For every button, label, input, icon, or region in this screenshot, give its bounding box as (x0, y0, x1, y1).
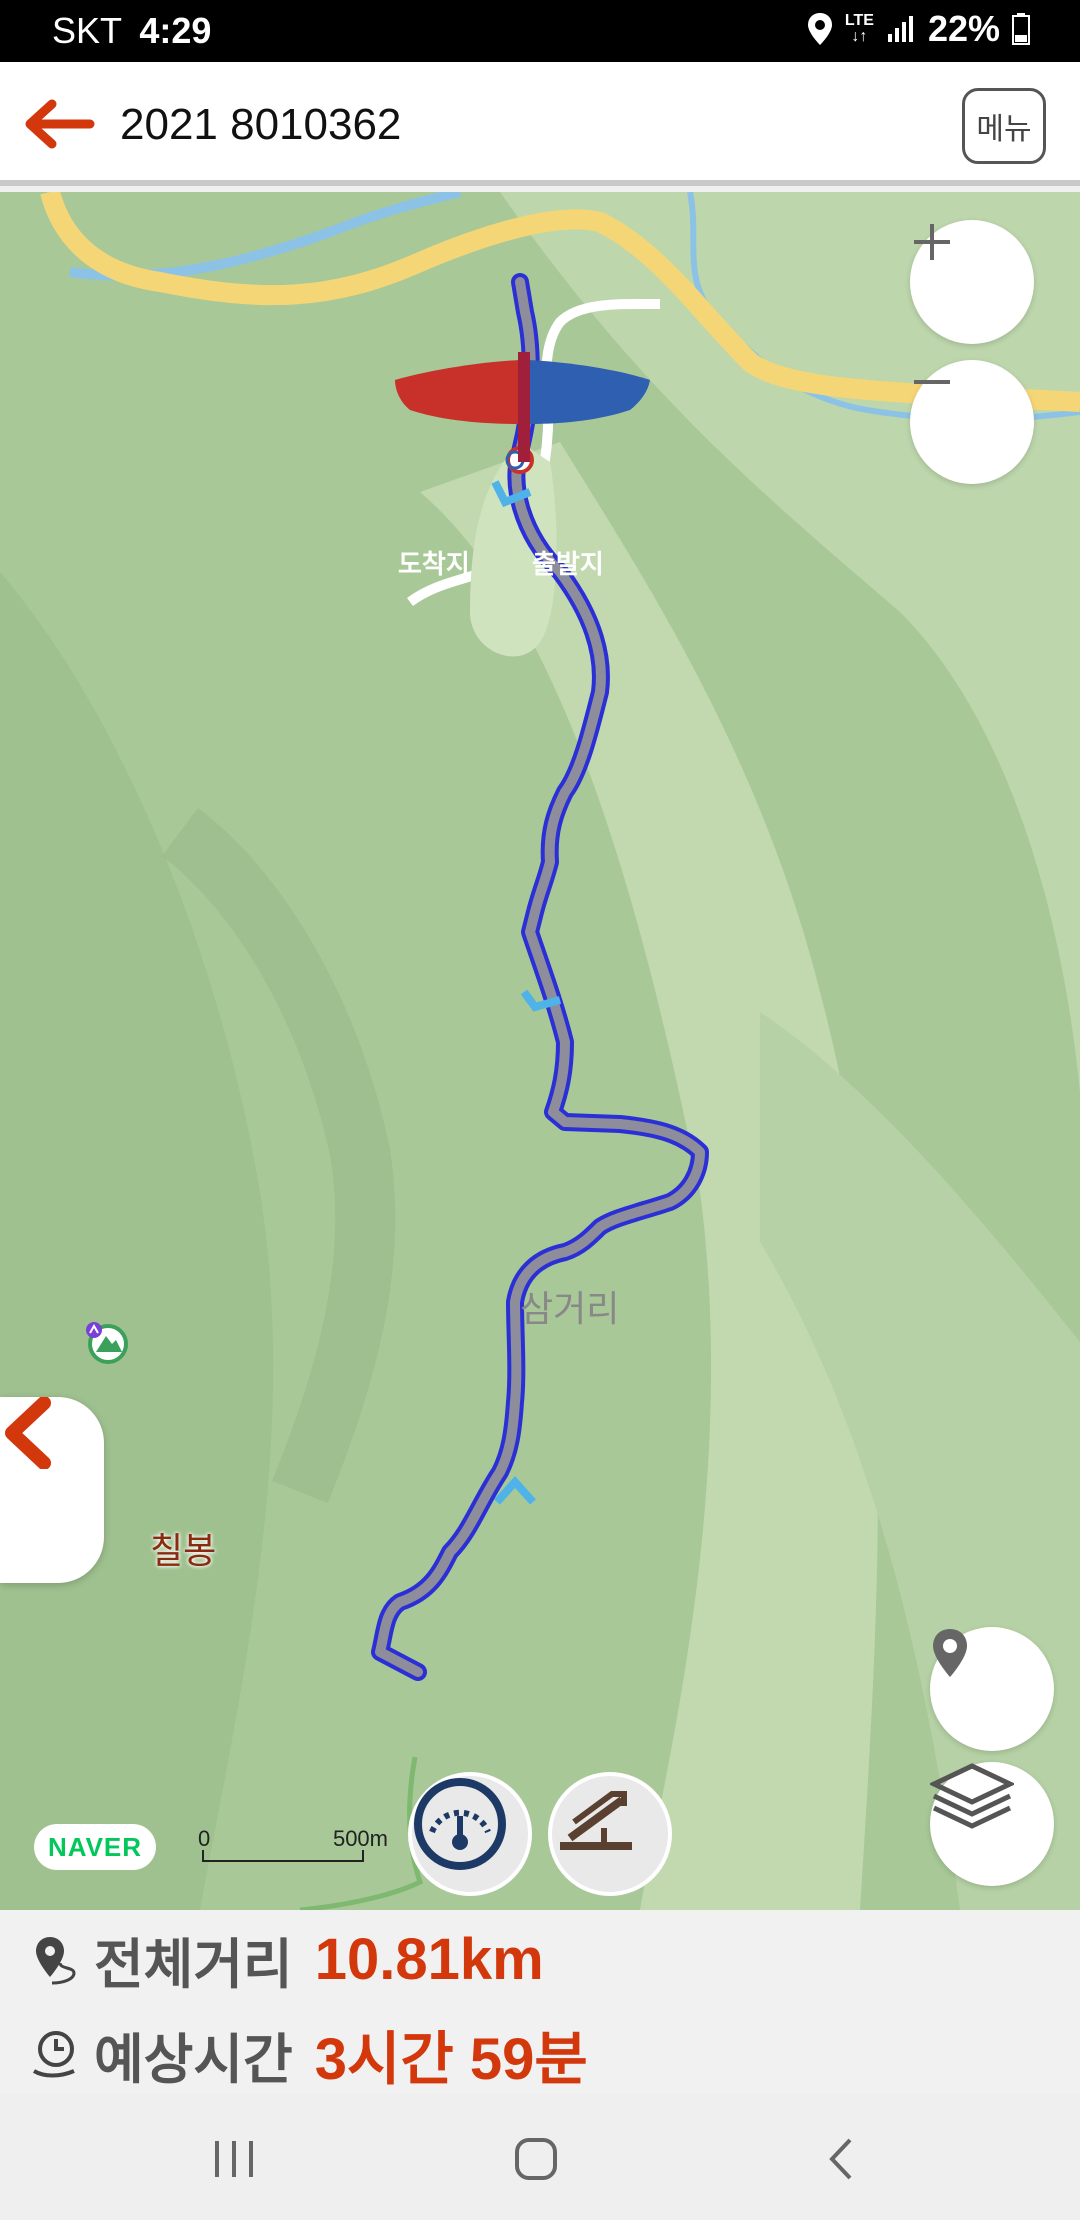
destination-flag: 도착지 (398, 550, 470, 580)
map-layers-button[interactable] (930, 1762, 1054, 1886)
system-nav-bar (0, 2094, 1080, 2220)
signal-icon (887, 16, 913, 42)
status-right: LTE ↓↑ 22% (807, 8, 1030, 50)
recent-apps-button[interactable] (194, 2124, 274, 2194)
recent-apps-icon (215, 2141, 253, 2177)
map-view[interactable]: 도착지 출발지 삼거리 칠봉 NAVER 0 500m (0, 192, 1080, 1910)
slope-button[interactable] (548, 1772, 672, 1896)
system-back-button[interactable] (800, 2124, 880, 2194)
layers-icon (930, 1763, 1014, 1829)
scale-bar (202, 1850, 364, 1862)
map-scale: 0 500m (198, 1826, 398, 1876)
battery-text: 22% (927, 8, 1000, 49)
peak-label[interactable]: 칠봉 (150, 1522, 216, 1574)
back-arrow-icon[interactable] (18, 94, 98, 154)
chevron-back-icon (829, 2138, 852, 2180)
route-info-panel: 전체거리 10.81km 예상시간 3시간 59분 (0, 1910, 1080, 2094)
time-value: 3시간 59분 (314, 2027, 588, 2092)
zoom-out-button[interactable] (910, 360, 1034, 484)
estimated-time-icon (32, 2031, 75, 2078)
status-left: SKT 4:29 (52, 10, 211, 52)
distance-row: 전체거리 10.81km (30, 1920, 544, 1999)
zoom-in-button[interactable] (910, 220, 1034, 344)
distance-value: 10.81km (314, 1927, 544, 1992)
home-icon (515, 2138, 557, 2180)
plus-icon (914, 224, 950, 260)
chevron-left-icon (5, 1397, 51, 1469)
route-distance-icon (36, 1936, 76, 1984)
status-bar: SKT 4:29 LTE ↓↑ 22% (0, 0, 1080, 62)
app-bar: 2021 8010362 메뉴 (0, 62, 1080, 186)
start-flag: 출발지 (532, 550, 604, 580)
location-pin-icon (933, 1629, 967, 1677)
naver-logo: NAVER (34, 1824, 156, 1870)
menu-button[interactable]: 메뉴 (962, 88, 1046, 164)
place-label: 삼거리 (520, 1289, 620, 1330)
scale-length: 500m (332, 1826, 388, 1851)
speedometer-icon (414, 1778, 506, 1870)
side-panel-toggle[interactable] (0, 1397, 104, 1583)
network-type: LTE ↓↑ (844, 12, 874, 45)
clock-text: 4:29 (139, 10, 212, 51)
location-status-icon (807, 13, 832, 45)
my-location-button[interactable] (930, 1627, 1054, 1751)
minus-icon (914, 380, 950, 384)
page-title: 2021 8010362 (120, 100, 402, 149)
time-label: 예상시간 (94, 2027, 293, 2091)
speed-button[interactable] (408, 1772, 532, 1896)
distance-label: 전체거리 (94, 1933, 293, 1996)
time-row: 예상시간 3시간 59분 (30, 2012, 588, 2096)
home-button[interactable] (496, 2124, 576, 2194)
carrier-text: SKT (52, 10, 122, 51)
scale-zero: 0 (198, 1826, 211, 1851)
battery-icon (1012, 13, 1030, 45)
slope-icon (560, 1791, 632, 1850)
